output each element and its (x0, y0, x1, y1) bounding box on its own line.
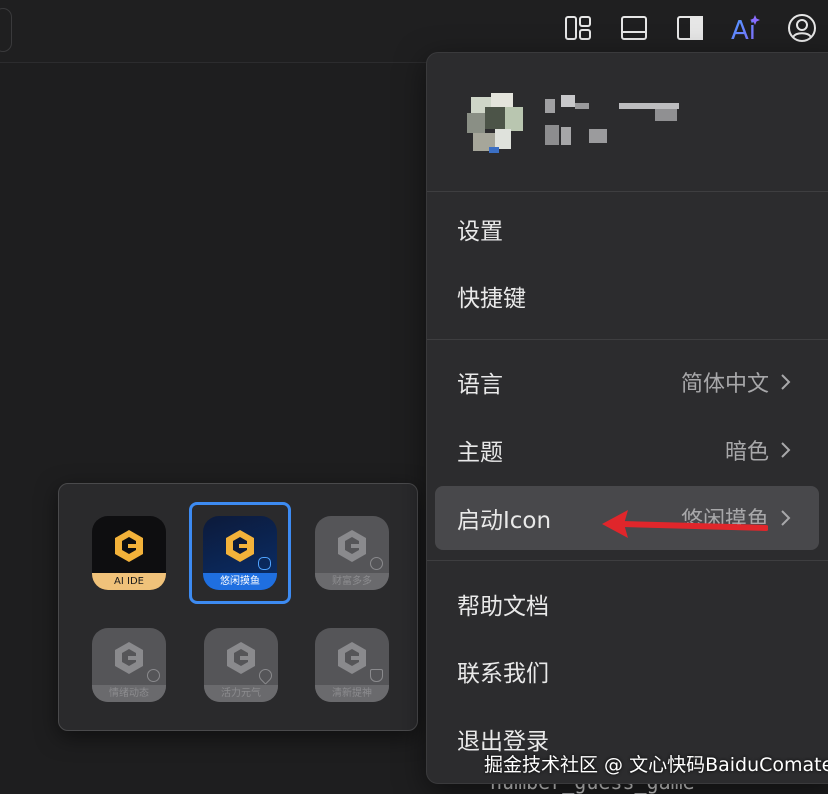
comate-logo-icon (226, 530, 254, 562)
chevron-right-icon (781, 510, 791, 526)
user-profile (427, 53, 828, 192)
comate-logo-icon (115, 530, 143, 562)
watermark: 掘金技术社区 @ 文心快码BaiduComate (484, 754, 828, 776)
heart-icon (256, 666, 275, 685)
user-account-icon[interactable] (784, 10, 820, 46)
user-menu: 设置 快捷键 语言 简体中文 主题 暗色 启动Icon 悠闲摸鱼 帮助文档 联系… (426, 52, 828, 784)
menu-item-help-docs[interactable]: 帮助文档 (435, 576, 819, 632)
icon-caption: AI IDE (92, 573, 166, 590)
app-icon: 清新提神 (315, 628, 389, 702)
app-icon: 悠闲摸鱼 (203, 516, 277, 590)
icon-caption: 悠闲摸鱼 (203, 573, 277, 590)
icon-caption: 财富多多 (315, 573, 389, 590)
menu-item-label: 启动Icon (457, 508, 552, 534)
menu-item-language[interactable]: 语言 简体中文 (435, 354, 819, 410)
menu-item-label: 设置 (457, 219, 503, 245)
icon-option-leisure[interactable]: 悠闲摸鱼 (189, 502, 291, 604)
icon-option-wealth[interactable]: 财富多多 (299, 502, 401, 604)
avatar (463, 93, 527, 157)
comate-logo-icon (115, 642, 143, 674)
app-icon: 情绪动态 (92, 628, 166, 702)
menu-item-shortcuts[interactable]: 快捷键 (435, 268, 819, 324)
language-value: 简体中文 (680, 372, 769, 397)
menu-item-label: 语言 (457, 372, 503, 398)
panel-bottom-icon[interactable] (616, 10, 652, 46)
cup-icon (370, 669, 383, 682)
fish-icon (258, 557, 271, 570)
app-icon: 财富多多 (315, 516, 389, 590)
comate-logo-icon (227, 642, 255, 674)
theme-value: 暗色 (724, 440, 769, 465)
menu-divider (427, 339, 828, 340)
menu-divider (427, 560, 828, 561)
menu-item-label: 主题 (457, 440, 503, 466)
icon-option-emotion[interactable]: 情绪动态 (76, 614, 178, 716)
launch-icon-picker: AI IDE 悠闲摸鱼 财富多多 情绪动态 活力元气 清新提神 (58, 483, 418, 731)
icon-option-refresh[interactable]: 清新提神 (299, 614, 401, 716)
menu-item-theme[interactable]: 主题 暗色 (435, 422, 819, 478)
menu-item-settings[interactable]: 设置 (435, 201, 819, 257)
search-box[interactable] (0, 8, 12, 52)
menu-item-label: 帮助文档 (457, 594, 549, 620)
icon-caption: 情绪动态 (92, 685, 166, 702)
panel-right-icon[interactable] (672, 10, 708, 46)
chevron-right-icon (781, 442, 791, 458)
ai-assistant-icon[interactable]: Ai (728, 10, 764, 46)
app-icon: 活力元气 (204, 628, 278, 702)
annotation-arrow-icon (602, 510, 768, 538)
username-blurred (545, 95, 685, 151)
icon-option-ai-ide[interactable]: AI IDE (90, 502, 192, 604)
menu-item-contact-us[interactable]: 联系我们 (435, 643, 819, 699)
layout-icon[interactable] (560, 10, 596, 46)
menu-item-label: 联系我们 (457, 661, 549, 687)
menu-item-label: 快捷键 (457, 286, 526, 312)
app-icon: AI IDE (92, 516, 166, 590)
icon-option-vitality[interactable]: 活力元气 (188, 614, 290, 716)
chevron-right-icon (781, 374, 791, 390)
smile-icon (147, 669, 160, 682)
icon-caption: 活力元气 (204, 685, 278, 702)
comate-logo-icon (338, 530, 366, 562)
comate-logo-icon (338, 642, 366, 674)
icon-caption: 清新提神 (315, 685, 389, 702)
coin-icon (370, 557, 383, 570)
